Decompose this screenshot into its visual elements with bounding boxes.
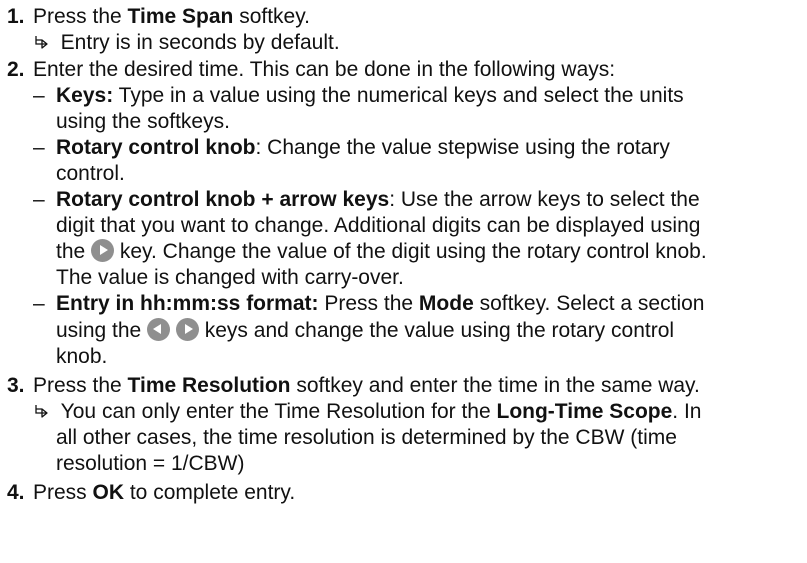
method-hhmmss-cont: knob. [56,345,108,368]
method-text: Type in a value using the numerical keys… [113,84,684,107]
method-text: : Change the value stepwise using the ro… [255,136,670,159]
method-arrows-cont: digit that you want to change. Additiona… [56,214,701,237]
method-keys-cont: using the softkeys. [56,110,230,133]
step-text: softkey and enter the time in the same w… [290,374,700,397]
step-text: softkey. [233,5,310,28]
step-3-result: You can only enter the Time Resolution f… [33,399,701,425]
method-rotary: Rotary control knob: Change the value st… [56,135,670,161]
step-4-text: Press OK to complete entry. [33,480,295,506]
softkey-name: Mode [418,292,474,315]
step-text: Press the [33,374,128,397]
step-3-result-cont: all other cases, the time resolution is … [56,426,677,449]
method-hhmmss-cont: using the keys and change the value usin… [56,318,674,344]
result-text: . In [672,400,702,423]
softkey-name: Time Resolution [127,374,291,397]
method-text: key. Change the value of the digit using… [114,240,707,263]
step-text: to complete entry. [124,481,296,504]
right-arrow-key-icon [91,239,115,262]
step-text: Press [33,481,93,504]
bullet-dash: – [33,188,45,211]
step-3-text: Press the Time Resolution softkey and en… [33,373,700,399]
bullet-dash: – [33,136,45,159]
left-arrow-key-icon [147,318,171,341]
method-text: the [56,240,92,263]
step-number: 2. [7,58,25,81]
key-name: OK [92,481,125,504]
step-number: 3. [7,374,25,397]
bullet-dash: – [33,84,45,107]
step-number: 4. [7,481,25,504]
method-arrows-cont: The value is changed with carry-over. [56,266,404,289]
result-arrow-icon [35,405,48,418]
softkey-name: Time Span [127,5,234,28]
step-number: 1. [7,5,25,28]
result-text: You can only enter the Time Resolution f… [60,400,497,423]
right-arrow-key-icon [175,318,199,341]
step-2-text: Enter the desired time. This can be done… [33,58,616,81]
bullet-dash: – [33,292,45,315]
method-title: Entry in hh:mm:ss format: [56,292,319,315]
method-title: Rotary control knob [56,136,256,159]
method-hhmmss: Entry in hh:mm:ss format: Press the Mode… [56,291,704,317]
result-arrow-icon [35,36,48,49]
method-text: keys and change the value using the rota… [198,319,675,342]
step-text: Press the [33,5,128,28]
method-title: Keys: [56,84,114,107]
method-arrows-cont: the key. Change the value of the digit u… [56,239,707,265]
method-text: : Use the arrow keys to select the [389,188,700,211]
method-text: softkey. Select a section [473,292,705,315]
method-text: using the [56,319,148,342]
step-1-result: Entry is in seconds by default. [33,30,340,56]
method-arrows: Rotary control knob + arrow keys: Use th… [56,187,700,213]
method-rotary-cont: control. [56,162,125,185]
method-text: Press the [318,292,419,315]
step-3-result-cont: resolution = 1/CBW) [56,452,245,475]
scope-name: Long-Time Scope [496,400,673,423]
method-title: Rotary control knob + arrow keys [56,188,390,211]
result-text: Entry is in seconds by default. [60,31,340,54]
step-1-text: Press the Time Span softkey. [33,4,310,30]
method-keys: Keys: Type in a value using the numerica… [56,83,684,109]
